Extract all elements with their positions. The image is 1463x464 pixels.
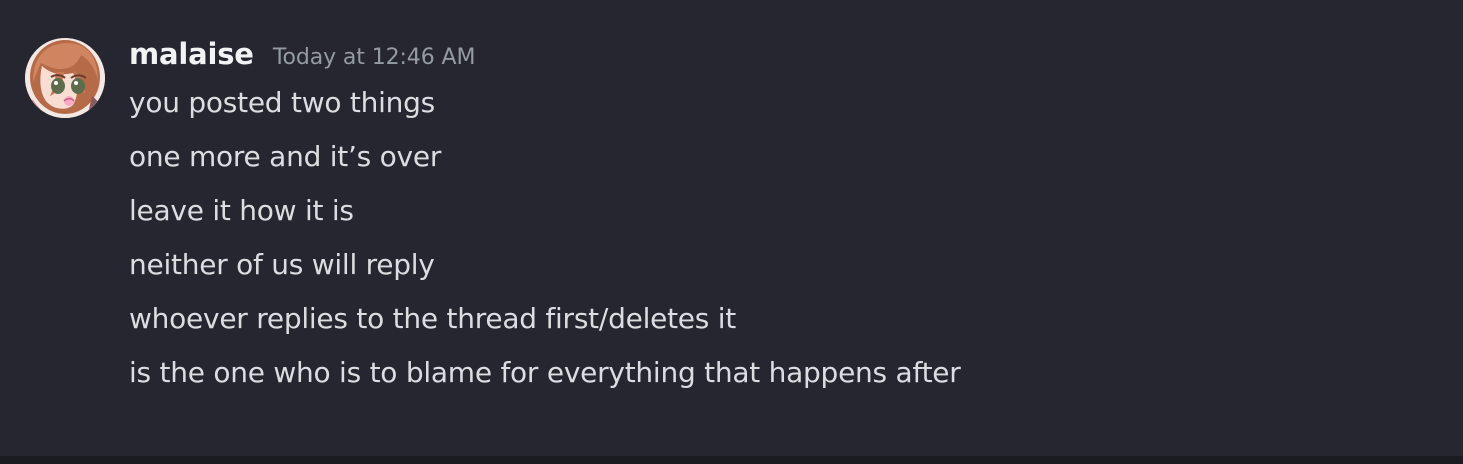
message-lines: you posted two things one more and it’s …	[129, 84, 961, 408]
message-line: leave it how it is	[129, 194, 354, 227]
avatar[interactable]	[25, 38, 105, 118]
message-group: malaise Today at 12:46 AM you posted two…	[0, 34, 1463, 404]
message-line: neither of us will reply	[129, 248, 435, 281]
message-line: is the one who is to blame for everythin…	[129, 356, 961, 389]
message-line: one more and it’s over	[129, 140, 442, 173]
chat-message-area: malaise Today at 12:46 AM you posted two…	[0, 0, 1463, 456]
message-line: you posted two things	[129, 86, 435, 119]
author-username[interactable]: malaise	[129, 37, 254, 71]
message-header: malaise Today at 12:46 AM	[129, 37, 475, 77]
message-timestamp[interactable]: Today at 12:46 AM	[273, 45, 476, 70]
anime-avatar-icon	[25, 38, 105, 118]
message-line: whoever replies to the thread first/dele…	[129, 302, 737, 335]
bottom-divider	[0, 456, 1463, 464]
